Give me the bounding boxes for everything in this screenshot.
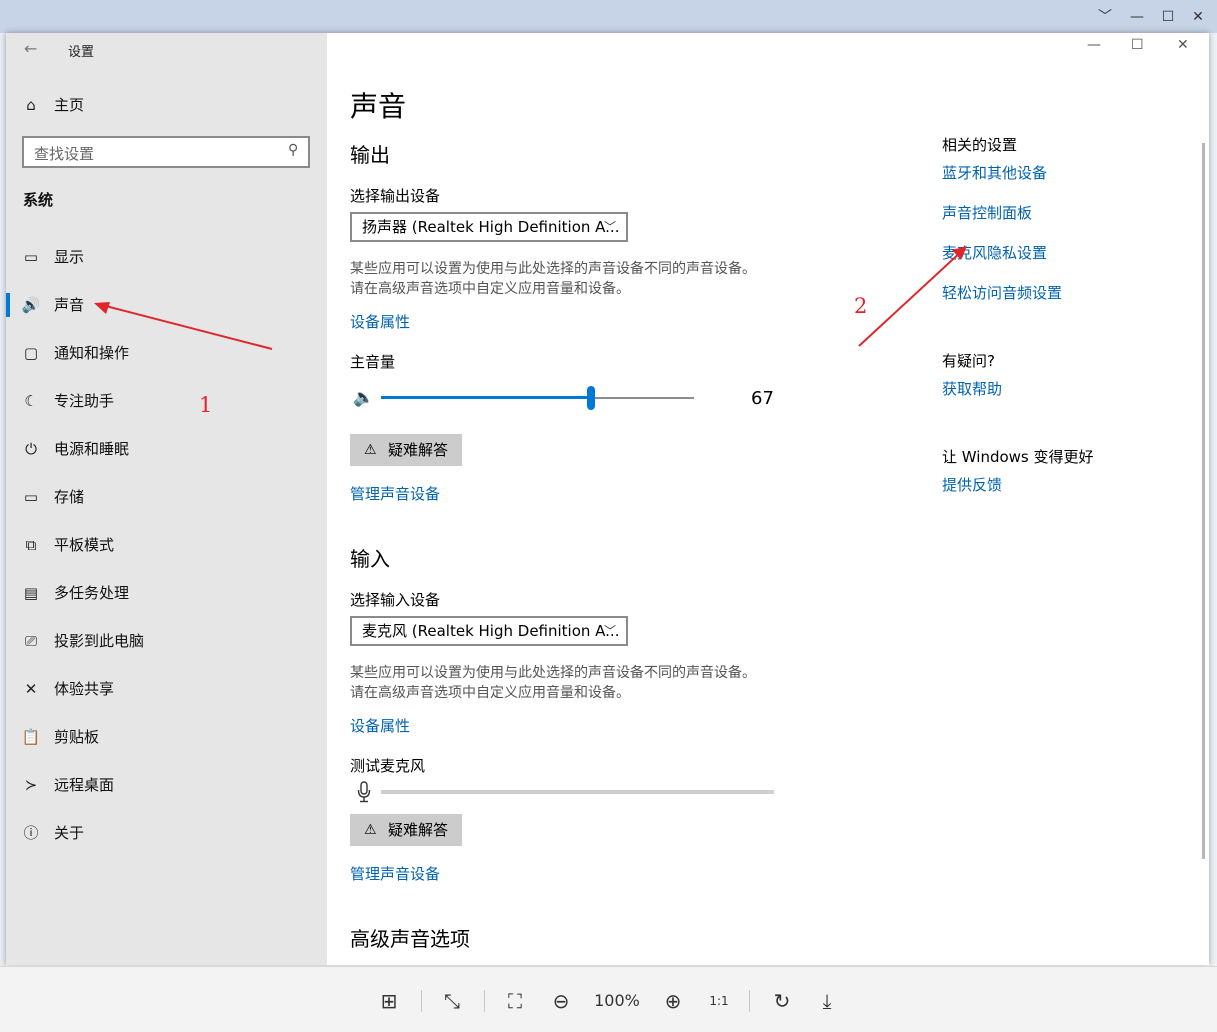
toolbar-separator bbox=[421, 990, 422, 1012]
fullscreen-icon[interactable]: ⛶ bbox=[500, 984, 530, 1018]
fit-window-icon[interactable]: ⤡ bbox=[437, 984, 467, 1018]
zoom-out-icon[interactable]: ⊖ bbox=[546, 984, 576, 1018]
download-icon[interactable]: ⤓ bbox=[812, 984, 842, 1018]
rotate-icon[interactable]: ↻ bbox=[767, 984, 797, 1018]
annotation-arrow-1 bbox=[94, 302, 273, 350]
zoom-in-icon[interactable]: ⊕ bbox=[658, 984, 688, 1018]
annotation-number-2: 2 bbox=[854, 294, 868, 318]
annotation-overlay bbox=[94, 246, 967, 350]
annotation-arrow-2 bbox=[858, 246, 967, 347]
toolbar-separator bbox=[484, 990, 485, 1012]
annotation-number-1: 1 bbox=[199, 393, 213, 417]
zoom-level: 100% bbox=[594, 991, 640, 1010]
toolbar-separator bbox=[749, 990, 750, 1012]
thumbnail-view-icon[interactable]: ⊞ bbox=[374, 984, 404, 1018]
actual-size-icon[interactable]: 1:1 bbox=[704, 984, 734, 1018]
